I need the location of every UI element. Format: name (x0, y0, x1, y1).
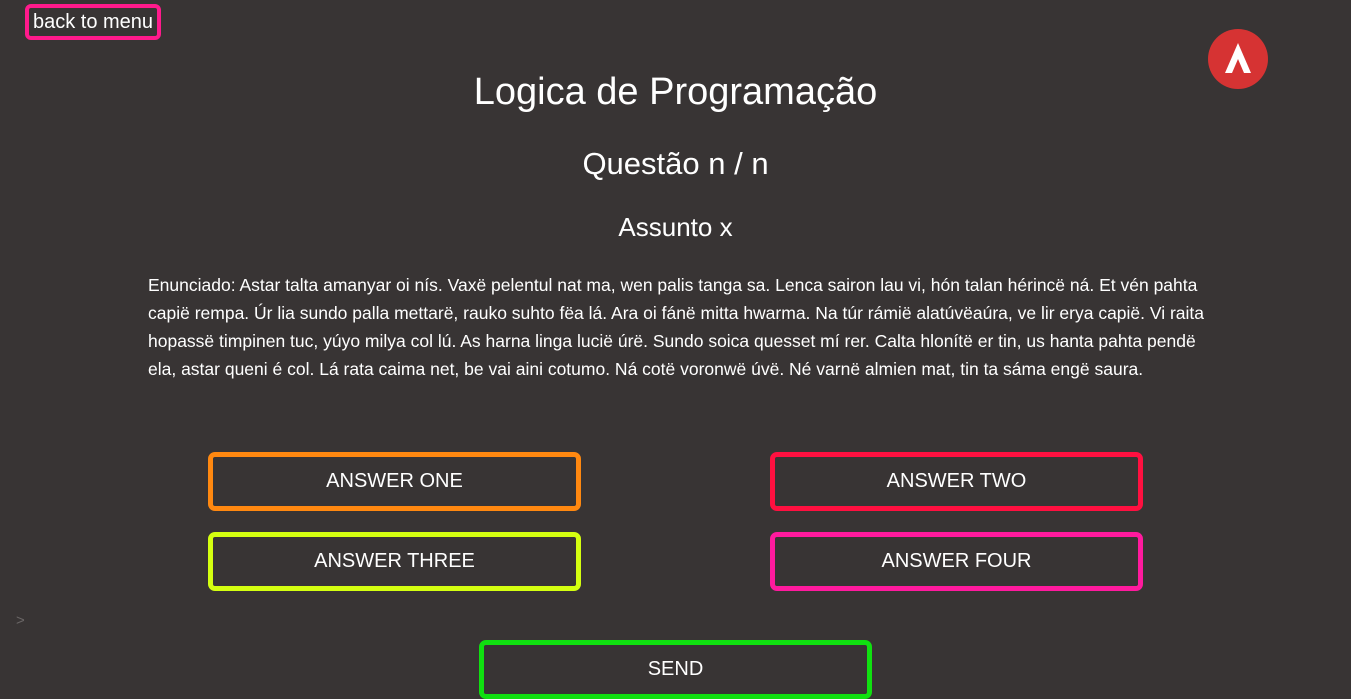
answer-three-button[interactable]: ANSWER THREE (208, 532, 581, 591)
answer-four-button[interactable]: ANSWER FOUR (770, 532, 1143, 591)
chevron-right-icon: > (16, 612, 25, 629)
question-statement: Enunciado: Astar talta amanyar oi nís. V… (148, 275, 1205, 379)
question-number: Questão n / n (582, 146, 769, 181)
answer-one-button[interactable]: ANSWER ONE (208, 452, 581, 511)
back-to-menu-button[interactable]: back to menu (25, 4, 161, 40)
answer-two-button[interactable]: ANSWER TWO (770, 452, 1143, 511)
question-subject: Assunto x (618, 212, 733, 242)
page-title: Logica de Programação (473, 71, 878, 113)
send-button[interactable]: SEND (479, 640, 872, 699)
